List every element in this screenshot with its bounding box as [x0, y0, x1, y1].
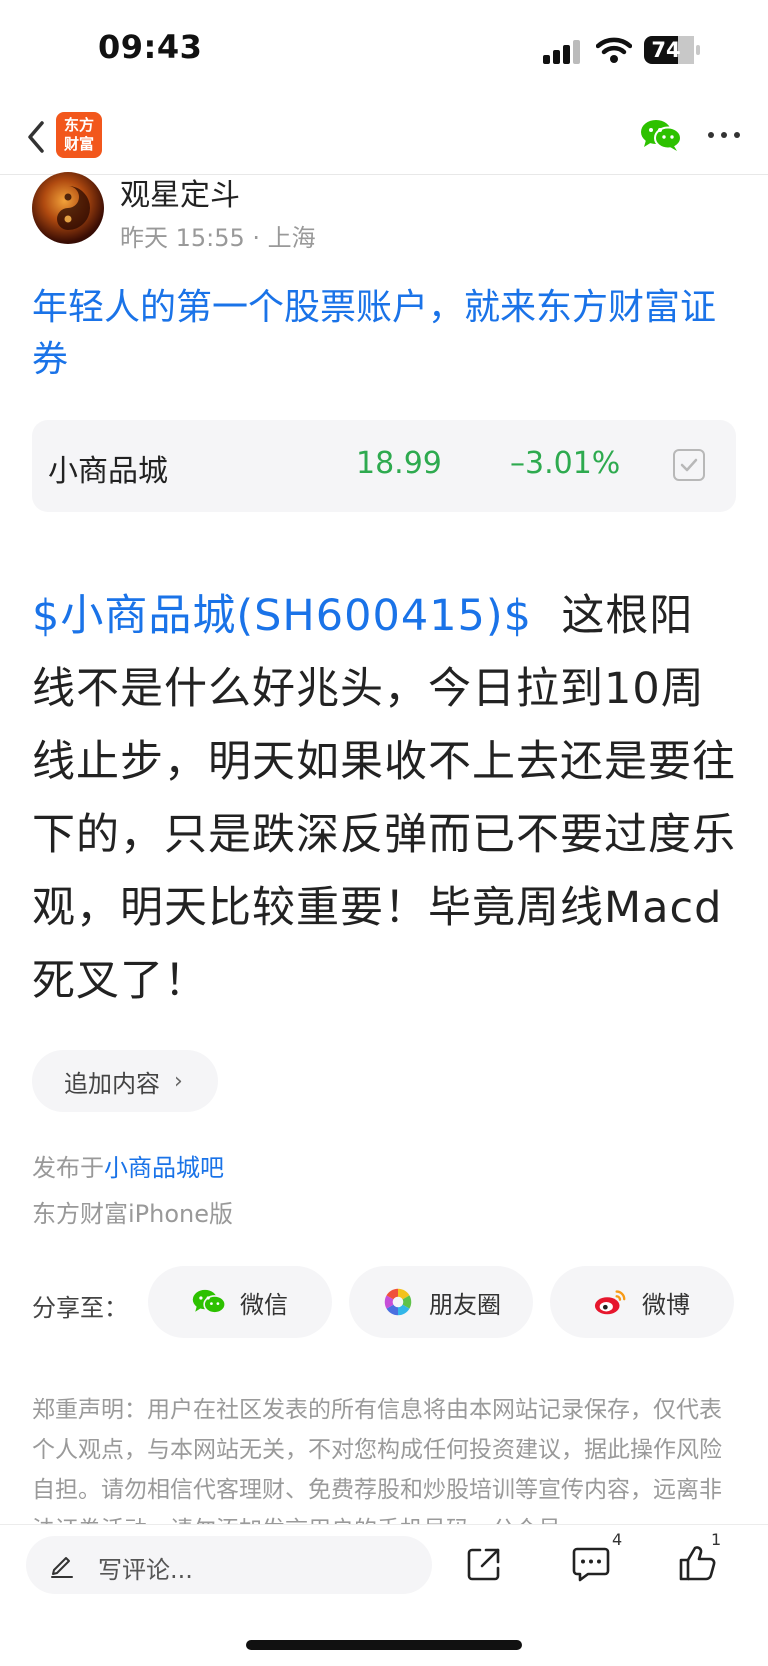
weibo-icon	[594, 1290, 626, 1315]
published-in: 发布于小商品城吧	[32, 1148, 224, 1183]
comment-placeholder[interactable]: 写评论...	[98, 1550, 193, 1585]
moments-aperture-icon	[384, 1288, 412, 1316]
stock-name: 小商品城	[48, 454, 168, 489]
pen-icon	[51, 1557, 73, 1578]
thumbs-up-icon[interactable]	[678, 1544, 716, 1582]
published-prefix: 发布于	[32, 1154, 104, 1182]
post-body-text: 这根阳线不是什么好兆头，今日拉到10周线止步，明天如果收不上去还是要往下的，只是…	[32, 591, 736, 1006]
author-name[interactable]: 观星定斗	[120, 170, 240, 214]
share-moments-label: 朋友圈	[429, 1290, 501, 1319]
check-icon	[680, 458, 698, 472]
share-wechat-label: 微信	[240, 1290, 288, 1319]
comment-count: 4	[612, 1530, 623, 1549]
post-body: $小商品城(SH600415)$ 这根阳线不是什么好兆头，今日拉到10周线止步，…	[32, 580, 736, 1018]
promo-link[interactable]: 年轻人的第一个股票账户，就来东方财富证券	[32, 282, 736, 386]
yin-yang-avatar-icon	[57, 186, 90, 230]
logo-text-line2: 财富	[63, 135, 94, 153]
battery-indicator: 74	[644, 36, 700, 64]
like-count: 1	[711, 1530, 722, 1549]
share-label: 分享至：	[32, 1294, 128, 1322]
append-content-button[interactable]: 追加内容 ›	[32, 1050, 218, 1112]
battery-level: 74	[651, 38, 681, 62]
comment-input[interactable]	[26, 1536, 432, 1594]
stock-price: 18.99	[356, 446, 442, 481]
stock-change: –3.01%	[510, 446, 621, 481]
append-content-label: 追加内容	[64, 1069, 160, 1098]
more-options-icon[interactable]	[706, 124, 742, 146]
client-info: 东方财富iPhone版	[32, 1200, 234, 1228]
comment-icon[interactable]	[572, 1546, 610, 1582]
forum-link[interactable]: 小商品城吧	[104, 1154, 224, 1182]
status-time: 09:43	[98, 28, 203, 66]
share-weibo-label: 微博	[642, 1290, 690, 1319]
share-weibo-button[interactable]: 微博	[550, 1266, 734, 1338]
wifi-icon	[596, 37, 632, 63]
avatar[interactable]	[32, 172, 104, 244]
wechat-icon	[192, 1289, 226, 1314]
chevron-right-icon: ›	[174, 1068, 183, 1094]
stock-tag-link[interactable]: $小商品城(SH600415)$	[32, 591, 532, 641]
share-moments-button[interactable]: 朋友圈	[349, 1266, 533, 1338]
logo-text-line1: 东方	[63, 116, 94, 134]
wechat-share-icon[interactable]	[640, 118, 682, 152]
eastmoney-logo[interactable]: 东方 财富	[56, 112, 102, 158]
share-out-icon[interactable]	[466, 1546, 502, 1582]
back-button[interactable]	[20, 115, 56, 159]
cellular-signal-icon	[543, 40, 580, 64]
post-meta: 昨天 15:55 · 上海	[120, 224, 316, 252]
disclaimer: 郑重声明：用户在社区发表的所有信息将由本网站记录保存，仅代表个人观点，与本网站无…	[32, 1397, 722, 1524]
header-divider	[0, 174, 768, 175]
share-wechat-button[interactable]: 微信	[148, 1266, 332, 1338]
watchlist-checkbox[interactable]	[673, 449, 705, 481]
home-indicator[interactable]	[246, 1640, 522, 1650]
